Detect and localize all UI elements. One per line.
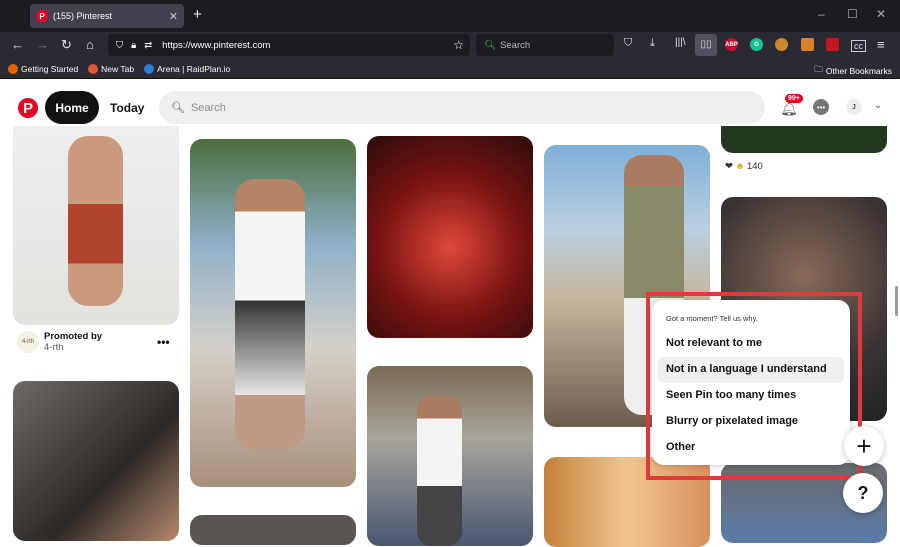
- search-placeholder: Search: [500, 39, 531, 51]
- pin-image[interactable]: [190, 515, 356, 545]
- pin-image[interactable]: [13, 126, 179, 325]
- advertiser-name: 4-rth: [44, 342, 64, 353]
- sidebar-icon[interactable]: ▯▯: [695, 34, 717, 56]
- tab-bar: P (155) Pinterest ✕ + – ☐ ✕: [0, 0, 900, 32]
- adblock-plus-icon[interactable]: ABP: [725, 38, 738, 51]
- search-icon: 🔍︎: [484, 39, 497, 51]
- option-blurry[interactable]: Blurry or pixelated image: [658, 409, 844, 435]
- today-link[interactable]: Today: [110, 101, 144, 115]
- pocket-icon[interactable]: ⛉: [624, 37, 632, 50]
- create-plus-button[interactable]: +: [844, 426, 884, 466]
- bookmarks-bar: Getting Started New Tab Arena | RaidPlan…: [0, 59, 900, 79]
- option-seen-too-many[interactable]: Seen Pin too many times: [658, 383, 844, 409]
- chevron-down-icon[interactable]: ⌄: [874, 100, 882, 111]
- pin-image[interactable]: [721, 126, 887, 153]
- help-button[interactable]: ?: [843, 473, 883, 513]
- option-other[interactable]: Other: [658, 435, 844, 461]
- notification-badge: 99+: [785, 94, 803, 103]
- promoted-info[interactable]: 4-rth Promoted by 4-rth: [17, 331, 102, 353]
- bookmark-label: New Tab: [101, 63, 135, 74]
- forward-icon[interactable]: →: [36, 37, 49, 52]
- close-tab-icon[interactable]: ✕: [169, 10, 178, 23]
- bookmark-label: Other Bookmarks: [825, 66, 892, 76]
- minimize-button[interactable]: –: [818, 7, 825, 21]
- feedback-title: Got a moment? Tell us why.: [666, 314, 758, 323]
- scrollbar[interactable]: [895, 286, 898, 316]
- bookmark-label: Arena | RaidPlan.io: [157, 63, 231, 74]
- pin-image[interactable]: [13, 381, 179, 541]
- bookmark-new-tab[interactable]: New Tab: [88, 63, 135, 74]
- pin-image[interactable]: [190, 139, 356, 487]
- advertiser-logo: 4-rth: [17, 331, 39, 353]
- heart-eyes-icon: ❤: [725, 161, 733, 172]
- avatar[interactable]: J: [846, 99, 862, 115]
- url-text[interactable]: https://www.pinterest.com: [162, 40, 270, 51]
- pinterest-favicon-icon: P: [36, 10, 48, 22]
- reload-icon[interactable]: ↻: [61, 37, 72, 53]
- pin-image[interactable]: [367, 136, 533, 338]
- grammarly-icon[interactable]: G: [750, 38, 763, 51]
- smile-icon: ☻: [734, 161, 745, 172]
- pin-image[interactable]: [367, 366, 533, 546]
- red-extension-icon[interactable]: [826, 38, 839, 51]
- pinterest-logo-icon[interactable]: P: [18, 98, 38, 118]
- maximize-button[interactable]: ☐: [847, 7, 858, 21]
- pinterest-search-input[interactable]: 🔍︎ Search: [159, 91, 765, 124]
- feedback-menu: Got a moment? Tell us why. Not relevant …: [652, 300, 850, 465]
- library-icon[interactable]: |||\: [675, 37, 686, 48]
- download-icon[interactable]: ⤓: [650, 37, 655, 50]
- option-not-in-language[interactable]: Not in a language I understand: [658, 357, 844, 383]
- promoted-label: Promoted by: [44, 331, 103, 342]
- url-bar[interactable]: ⛉ 🔒︎ ⇄ https://www.pinterest.com ☆: [108, 34, 470, 56]
- folder-icon: 🗀: [814, 64, 823, 74]
- bookmark-arena[interactable]: Arena | RaidPlan.io: [144, 63, 231, 74]
- nav-bar: ← → ↻ ⌂ ⛉ 🔒︎ ⇄ https://www.pinterest.com ☆…: [0, 32, 900, 59]
- firefox-icon: [88, 63, 99, 74]
- search-placeholder: Search: [190, 101, 226, 114]
- home-button[interactable]: Home: [45, 91, 99, 124]
- tab-title: (155) Pinterest: [53, 11, 113, 21]
- firefox-icon: [8, 63, 18, 74]
- home-icon[interactable]: ⌂: [86, 37, 94, 52]
- cc-extension-icon[interactable]: cc: [851, 40, 866, 52]
- lock-icon[interactable]: 🔒︎: [131, 40, 136, 51]
- new-tab-button[interactable]: +: [193, 6, 202, 23]
- menu-icon[interactable]: ≡: [877, 37, 885, 52]
- other-bookmarks[interactable]: 🗀 Other Bookmarks: [814, 64, 892, 78]
- more-options-button[interactable]: •••: [157, 335, 170, 349]
- monkey-extension-icon[interactable]: [775, 38, 788, 51]
- search-icon: 🔍︎: [171, 102, 185, 114]
- bookmark-star-icon[interactable]: ☆: [453, 38, 464, 52]
- permissions-icon[interactable]: ⇄: [144, 40, 152, 51]
- close-window-button[interactable]: ✕: [876, 7, 886, 21]
- shield-icon[interactable]: ⛉: [116, 40, 123, 51]
- messages-icon[interactable]: •••: [813, 99, 829, 115]
- bookmark-label: Getting Started: [21, 63, 79, 74]
- orange-extension-icon[interactable]: [801, 38, 814, 51]
- back-icon[interactable]: ←: [11, 37, 24, 52]
- raidplan-icon: [144, 63, 155, 74]
- option-not-relevant[interactable]: Not relevant to me: [658, 331, 844, 357]
- bookmark-getting-started[interactable]: Getting Started: [8, 63, 79, 74]
- browser-tab[interactable]: P (155) Pinterest ✕: [30, 4, 184, 28]
- browser-search-input[interactable]: 🔍︎ Search: [476, 34, 614, 56]
- reaction-count: 140: [746, 161, 763, 172]
- reactions: ❤ ☻ 140: [725, 161, 763, 172]
